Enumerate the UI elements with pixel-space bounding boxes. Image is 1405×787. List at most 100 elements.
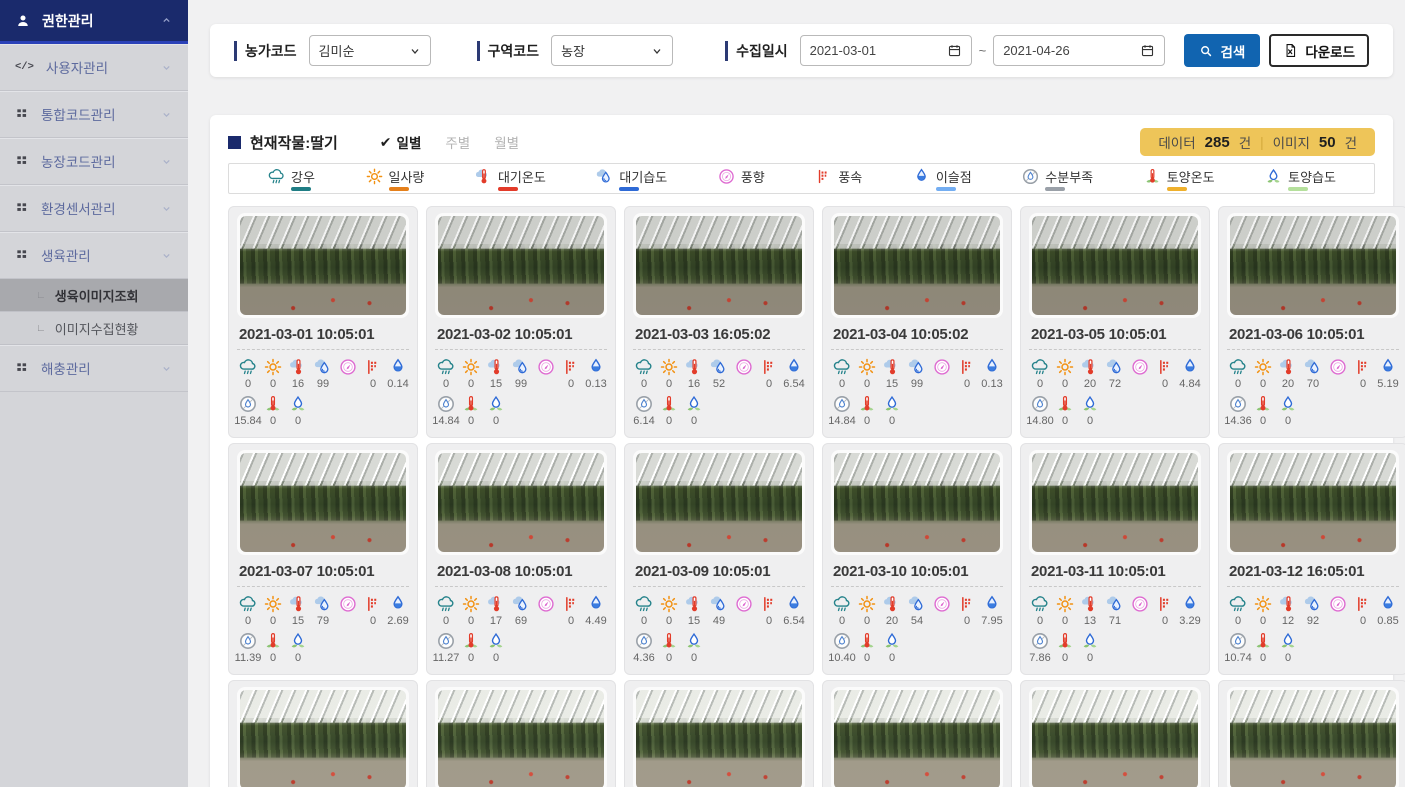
- divider: [633, 586, 805, 587]
- sidebar-subitem-image-collection-status[interactable]: ∟ 이미지수집현황: [0, 312, 188, 345]
- check-icon: ✔: [380, 134, 392, 151]
- wind-speed-icon: [561, 594, 581, 614]
- greenhouse-photo[interactable]: [834, 216, 1000, 315]
- date-from-input[interactable]: 2021-03-01: [800, 35, 972, 66]
- sensor-solar: 0: [856, 357, 878, 390]
- greenhouse-photo[interactable]: [438, 216, 604, 315]
- greenhouse-photo[interactable]: [636, 690, 802, 787]
- greenhouse-photo[interactable]: [636, 216, 802, 315]
- sidebar-item-env-sensors[interactable]: 환경센서관리: [0, 185, 188, 232]
- sidebar-item-pests[interactable]: 해충관리: [0, 345, 188, 392]
- sensor-value: 0: [1087, 652, 1093, 664]
- download-button[interactable]: 다운로드: [1269, 34, 1369, 67]
- search-button[interactable]: 검색: [1184, 34, 1260, 67]
- tab-monthly[interactable]: 월별: [494, 132, 519, 152]
- chevron-down-icon: [160, 249, 173, 262]
- sidebar-item-label: 통합코드관리: [41, 104, 116, 124]
- sensor-soil-hum: 0: [683, 394, 705, 427]
- divider: [435, 586, 607, 587]
- sidebar-subitem-growth-image-view[interactable]: ∟ 생육이미지조회: [0, 279, 188, 312]
- sensor-moisture-deficit: 14.84: [435, 394, 457, 427]
- greenhouse-photo[interactable]: [438, 453, 604, 552]
- sensor-value: 0: [864, 378, 870, 390]
- dew-point-icon: [982, 594, 1002, 614]
- growth-image-card: 2021-03-13 10:05:01: [228, 680, 418, 787]
- sensor-dew-point: 4.49: [585, 594, 607, 627]
- sensor-value: 0: [666, 652, 672, 664]
- sensor-value: 14.84: [432, 415, 460, 427]
- legend-item-wind-speed: 풍속: [814, 167, 862, 191]
- date-to-input[interactable]: 2021-04-26: [993, 35, 1165, 66]
- sun-icon: [1055, 594, 1075, 614]
- sensor-value: 3.29: [1179, 615, 1200, 627]
- greenhouse-photo[interactable]: [636, 453, 802, 552]
- dew-point-icon: [1378, 594, 1398, 614]
- wind-speed-icon: [561, 357, 581, 377]
- sensor-air-temp: 16: [287, 357, 309, 390]
- greenhouse-photo[interactable]: [240, 453, 406, 552]
- sensor-value: 0: [641, 615, 647, 627]
- moisture-deficit-icon: [1030, 631, 1050, 651]
- farm-code-select[interactable]: 김미순: [309, 35, 431, 66]
- sidebar-item-farm-codes[interactable]: 농장코드관리: [0, 138, 188, 185]
- sidebar-item-growth[interactable]: 생육관리: [0, 232, 188, 279]
- greenhouse-photo[interactable]: [1230, 216, 1396, 315]
- sensor-air-hum: 79: [312, 594, 334, 627]
- sensor-moisture-deficit: 10.74: [1227, 631, 1249, 664]
- rain-icon: [1030, 594, 1050, 614]
- sensor-wind-dir: [931, 357, 953, 390]
- sensor-value: 0: [839, 378, 845, 390]
- greenhouse-photo[interactable]: [1032, 216, 1198, 315]
- sensor-value: 0: [864, 615, 870, 627]
- sensor-value: 16: [688, 378, 700, 390]
- sensor-value: 0: [964, 615, 970, 627]
- wind-direction-icon: [338, 357, 358, 377]
- dew-point-icon: [1180, 594, 1200, 614]
- greenhouse-photo[interactable]: [1230, 453, 1396, 552]
- sidebar-item-permissions[interactable]: 권한관리: [0, 0, 188, 44]
- wind-speed-icon: [1353, 594, 1373, 614]
- sensor-dew-point: 0.13: [585, 357, 607, 390]
- sensor-air-temp: 13: [1079, 594, 1101, 627]
- air-temperature-icon: [882, 594, 902, 614]
- sensor-value: 0: [1162, 378, 1168, 390]
- greenhouse-photo[interactable]: [438, 690, 604, 787]
- capture-datetime: 2021-03-03 16:05:02: [635, 326, 803, 343]
- legend-item-moisture-deficit: 수분부족: [1021, 167, 1093, 191]
- zone-code-select[interactable]: 농장: [551, 35, 673, 66]
- sidebar-item-users[interactable]: </> 사용자관리: [0, 44, 188, 91]
- air-temperature-icon: [684, 594, 704, 614]
- sensor-row-2: 10.4000: [831, 631, 1003, 664]
- sensor-soil-hum: 0: [485, 394, 507, 427]
- search-button-label: 검색: [1220, 41, 1245, 61]
- chevron-down-icon: [160, 108, 173, 121]
- greenhouse-photo[interactable]: [1032, 690, 1198, 787]
- sidebar-subitem-label: 생육이미지조회: [55, 286, 139, 305]
- sensor-wind-speed: 0: [1154, 357, 1176, 390]
- soil-humidity-icon: [486, 631, 506, 651]
- greenhouse-photo[interactable]: [240, 216, 406, 315]
- sidebar-item-label: 환경센서관리: [41, 198, 116, 218]
- filter-bar: 농가코드 김미순 구역코드 농장 수집일시 2021-03-01 ~ 2021-…: [210, 24, 1393, 77]
- sensor-value: 7.86: [1029, 652, 1050, 664]
- tab-weekly[interactable]: 주별: [445, 132, 470, 152]
- sidebar-item-integrated-codes[interactable]: 통합코드관리: [0, 91, 188, 138]
- greenhouse-photo[interactable]: [834, 453, 1000, 552]
- sensor-value: 0: [864, 415, 870, 427]
- sensor-soil-temp: 0: [262, 394, 284, 427]
- divider: [1029, 586, 1201, 587]
- greenhouse-photo[interactable]: [240, 690, 406, 787]
- sensor-air-temp: 12: [1277, 594, 1299, 627]
- greenhouse-photo[interactable]: [1032, 453, 1198, 552]
- greenhouse-photo-frame: [1029, 450, 1201, 555]
- greenhouse-photo[interactable]: [1230, 690, 1396, 787]
- legend-item-air-temp: 대기온도: [474, 167, 546, 191]
- tab-daily[interactable]: ✔ 일별: [380, 132, 422, 152]
- main-panel: 현재작물:딸기 ✔ 일별 주별 월별 데이터 285 건 | 이미지 50 건 …: [210, 115, 1393, 787]
- greenhouse-photo[interactable]: [834, 690, 1000, 787]
- legend-label: 토양온도: [1167, 167, 1215, 186]
- sensor-soil-hum: 0: [683, 631, 705, 664]
- sensor-air-temp: 15: [683, 594, 705, 627]
- sensor-solar: 0: [1054, 594, 1076, 627]
- moisture-deficit-icon: [634, 394, 654, 414]
